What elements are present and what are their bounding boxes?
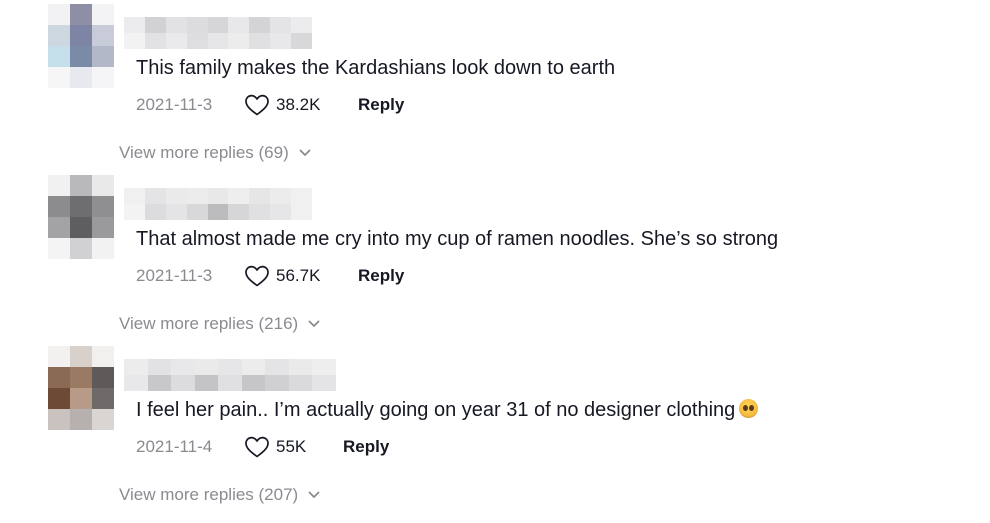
reply-button[interactable]: Reply [358,95,404,115]
avatar[interactable] [48,4,114,88]
view-more-replies-button[interactable]: View more replies (207) [119,485,320,505]
heart-outline-icon[interactable] [244,93,270,117]
avatar[interactable] [48,175,114,259]
comment-text: This family makes the Kardashians look d… [136,57,616,79]
like-count: 38.2K [276,95,321,114]
view-more-replies-label: View more replies (216) [119,314,299,333]
reply-button[interactable]: Reply [358,266,404,286]
like-count: 55K [276,437,307,456]
username-redacted[interactable] [124,188,312,220]
view-more-replies-label: View more replies (207) [119,485,299,504]
comment-text-content: I feel her pain.. I’m actually going on … [136,399,736,421]
like-count: 56.7K [276,266,321,285]
view-more-replies-label: View more replies (69) [119,143,289,162]
username-redacted[interactable] [124,17,312,49]
username-redacted[interactable] [124,359,336,391]
avatar[interactable] [48,346,114,430]
comment-text: I feel her pain.. I’m actually going on … [136,398,759,422]
chevron-down-icon [308,491,320,498]
view-more-replies-button[interactable]: View more replies (216) [119,314,320,334]
comment-date: 2021-11-3 [136,266,213,285]
view-more-replies-button[interactable]: View more replies (69) [119,143,311,163]
comment-date: 2021-11-3 [136,95,213,114]
chevron-down-icon [299,149,311,156]
comment-text: That almost made me cry into my cup of r… [136,228,779,250]
reply-button[interactable]: Reply [343,437,389,457]
heart-outline-icon[interactable] [244,264,270,288]
pleading-face-emoji-icon [739,399,759,418]
heart-outline-icon[interactable] [244,435,270,459]
comment-date: 2021-11-4 [136,437,213,456]
chevron-down-icon [308,320,320,327]
